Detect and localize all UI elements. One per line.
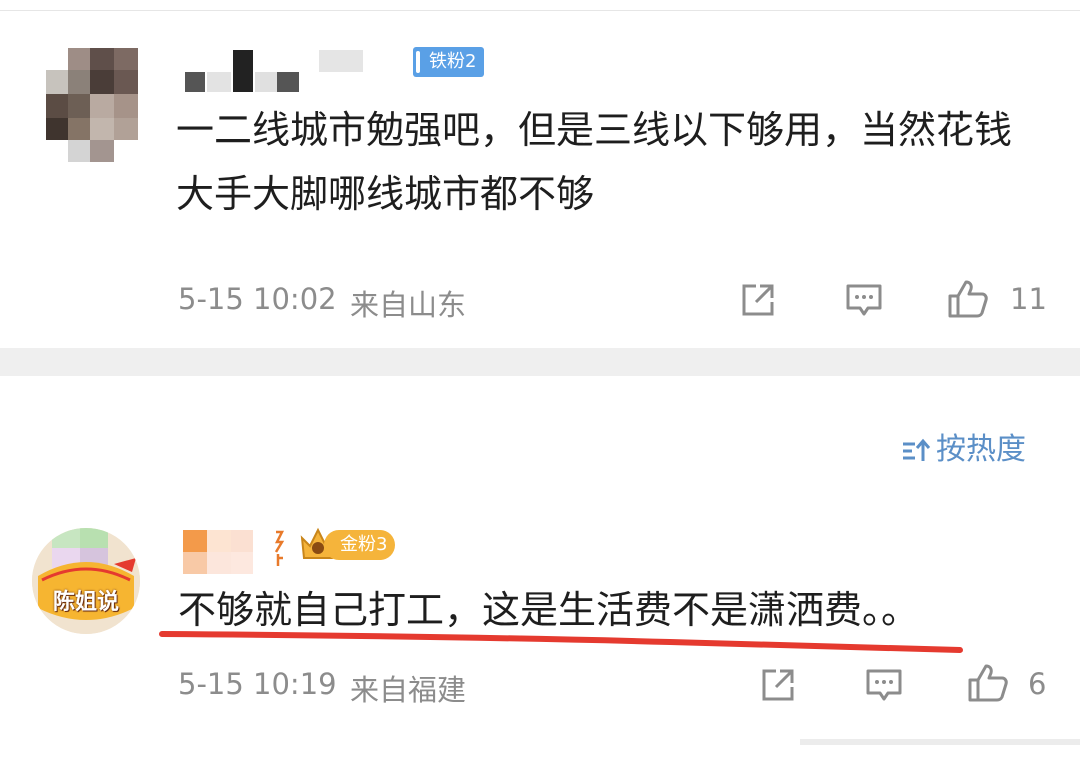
- comment-location: 来自山东: [350, 288, 467, 322]
- gold-fan-badge: 金粉3: [298, 524, 402, 564]
- fan-level-badge: 铁粉2: [413, 47, 485, 77]
- comment-text: 一二线城市勉强吧，但是三线以下够用，当然花钱大手大脚哪线城市都不够: [176, 108, 1013, 216]
- comment-time: 5-15 10:19: [178, 667, 337, 701]
- avatar[interactable]: [46, 48, 138, 163]
- avatar-text: 陈姐说: [52, 590, 119, 615]
- comment-time: 5-15 10:02: [178, 282, 337, 316]
- share-icon[interactable]: [738, 280, 778, 320]
- top-divider: [0, 0, 1080, 11]
- watermark-strip: [800, 739, 1080, 745]
- share-icon[interactable]: [758, 665, 798, 705]
- avatar-image: [32, 528, 140, 634]
- like-icon[interactable]: [966, 662, 1010, 704]
- fan-level-label: 金粉3: [324, 530, 396, 560]
- comment-icon[interactable]: [844, 280, 884, 320]
- username-blurred[interactable]: [183, 528, 263, 576]
- username-blurred[interactable]: [185, 46, 415, 94]
- sort-label: 按热度: [936, 432, 1026, 467]
- sort-by-heat-button[interactable]: 按热度: [900, 430, 1026, 470]
- comment-icon[interactable]: [864, 665, 904, 705]
- sort-icon: [903, 438, 931, 461]
- like-count: 11: [1010, 282, 1047, 316]
- like-count: 6: [1028, 667, 1047, 701]
- like-icon[interactable]: [946, 278, 990, 320]
- vip-mark-icon: [274, 530, 285, 566]
- comment-location: 来自福建: [350, 673, 467, 707]
- section-divider: [0, 348, 1080, 376]
- avatar[interactable]: 陈姐说: [32, 528, 140, 634]
- red-underline-annotation: [159, 631, 963, 653]
